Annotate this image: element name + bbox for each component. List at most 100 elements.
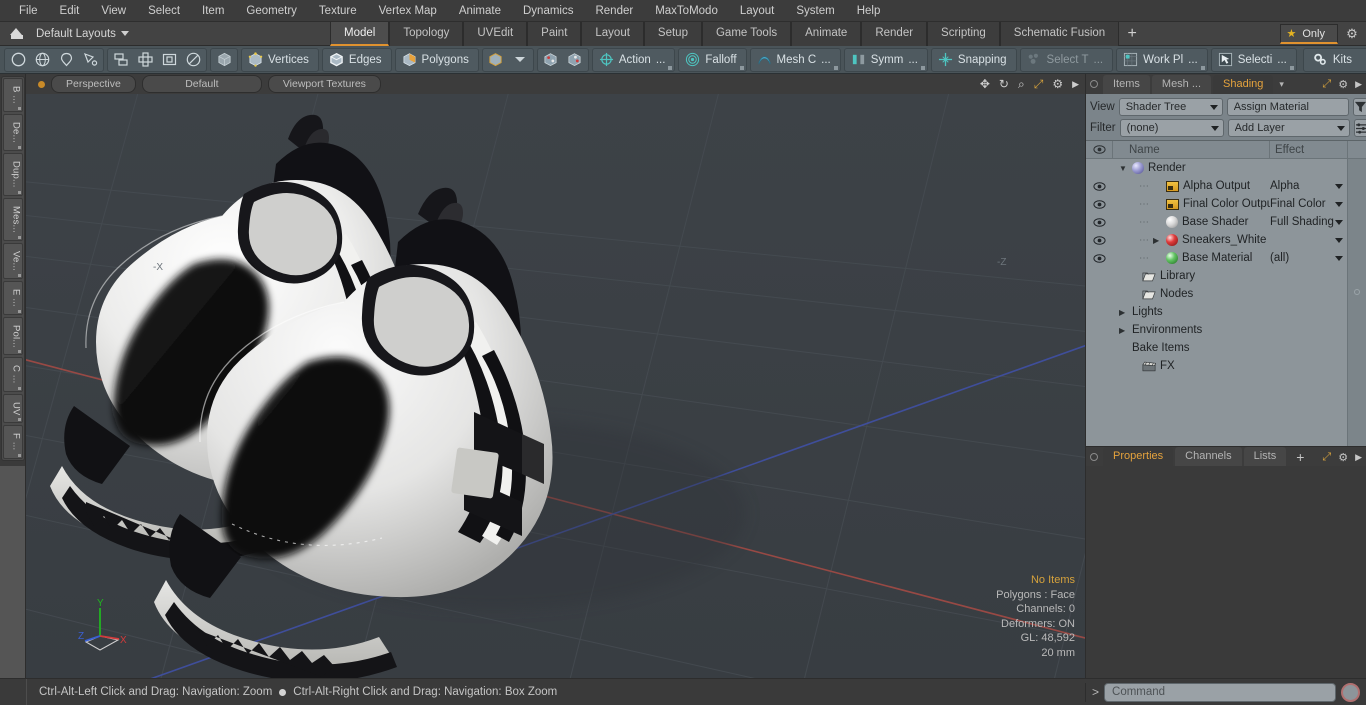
left-tab-2[interactable]: Dup... — [3, 153, 23, 196]
filter-combo[interactable]: (none) — [1120, 119, 1224, 137]
assign-material-button[interactable]: Assign Material — [1227, 98, 1349, 116]
work-plane-chip[interactable]: Work Pl ... — [1116, 48, 1208, 72]
viewport-style[interactable]: Default — [142, 75, 262, 93]
connected-icon[interactable] — [109, 49, 133, 71]
visibility-toggle-icon[interactable] — [1086, 182, 1113, 191]
menu-item-system[interactable]: System — [785, 0, 845, 22]
shader-tree-row[interactable]: ⋯Alpha OutputAlpha — [1086, 177, 1366, 195]
viewport-settings-gear-icon[interactable]: ⚙ — [1052, 74, 1063, 94]
left-tab-6[interactable]: Pol... — [3, 317, 23, 356]
menu-item-view[interactable]: View — [90, 0, 137, 22]
tab-mesh[interactable]: Mesh ... — [1152, 75, 1211, 94]
tree-twisty-icon[interactable]: ▶ — [1119, 308, 1128, 317]
panel-gear-icon[interactable]: ⚙ — [1338, 78, 1348, 91]
shader-tree-row[interactable]: Library — [1086, 267, 1366, 285]
view-combo[interactable]: Shader Tree — [1119, 98, 1223, 116]
panel-pin-icon[interactable] — [1090, 80, 1098, 88]
action-center-chip[interactable]: Action ... — [592, 48, 676, 72]
symmetry-chip[interactable]: Symm ... — [844, 48, 928, 72]
fit-icon[interactable]: ⤢ — [1034, 74, 1044, 94]
shader-tree-row[interactable]: ⋯Final Color OutputFinal Color — [1086, 195, 1366, 213]
tab-properties[interactable]: Properties — [1103, 447, 1173, 466]
panel-more-icon[interactable]: ▶ — [1355, 79, 1362, 90]
shader-tree-row-effect[interactable]: Alpha — [1270, 180, 1348, 192]
menu-item-geometry[interactable]: Geometry — [235, 0, 308, 22]
shader-tree-row[interactable]: Bake Items — [1086, 339, 1366, 357]
add-layer-combo[interactable]: Add Layer — [1228, 119, 1350, 137]
viewport-view-mode[interactable]: Perspective — [51, 75, 136, 93]
left-tab-0[interactable]: B ... — [3, 78, 23, 112]
shader-tree-row[interactable]: FX — [1086, 357, 1366, 375]
loop-icon[interactable] — [133, 49, 157, 71]
only-toggle-button[interactable]: ★ Only — [1280, 24, 1339, 44]
zoom-icon[interactable]: ⌕ — [1018, 74, 1025, 94]
layout-tab-animate[interactable]: Animate — [791, 22, 861, 46]
selection-mode-edges[interactable]: Edges — [322, 48, 392, 72]
layout-tab-scripting[interactable]: Scripting — [927, 22, 1000, 46]
select-through-chip[interactable]: Select T ... — [1020, 48, 1114, 72]
menu-item-animate[interactable]: Animate — [448, 0, 512, 22]
items-dropdown-caret[interactable] — [508, 49, 532, 71]
shader-tree-row-effect[interactable] — [1270, 238, 1348, 243]
tab-shading[interactable]: Shading — [1213, 75, 1273, 94]
layout-tab-paint[interactable]: Paint — [527, 22, 581, 46]
tab-lists[interactable]: Lists — [1244, 447, 1287, 466]
shader-tree-row[interactable]: ⋯Base ShaderFull Shading — [1086, 213, 1366, 231]
layout-tab-topology[interactable]: Topology — [389, 22, 463, 46]
panel-tabs-caret-icon[interactable]: ▾ — [1279, 79, 1284, 90]
layout-tab-schematic-fusion[interactable]: Schematic Fusion — [1000, 22, 1119, 46]
panel-more-icon[interactable]: ▶ — [1355, 452, 1362, 463]
menu-item-layout[interactable]: Layout — [729, 0, 786, 22]
cube-icon[interactable] — [212, 49, 236, 71]
lasso-select-icon[interactable] — [54, 49, 78, 71]
circle-select-icon[interactable] — [6, 49, 30, 71]
left-tab-1[interactable]: De... — [3, 114, 23, 151]
menu-item-texture[interactable]: Texture — [308, 0, 368, 22]
kits-chip[interactable]: Kits — [1303, 48, 1366, 72]
visibility-toggle-icon[interactable] — [1086, 254, 1113, 263]
action-center-pivot-icon[interactable] — [539, 49, 563, 71]
left-tab-7[interactable]: C ... — [3, 357, 23, 391]
shader-tree-row[interactable]: ▶Environments — [1086, 321, 1366, 339]
layout-tab-game-tools[interactable]: Game Tools — [702, 22, 791, 46]
layout-tab-setup[interactable]: Setup — [644, 22, 702, 46]
action-center-origin-icon[interactable] — [563, 49, 587, 71]
shader-tree-row[interactable]: ⋯▶Sneakers_White(... — [1086, 231, 1366, 249]
viewport-shading[interactable]: Viewport Textures — [268, 75, 381, 93]
shader-tree-row-effect[interactable]: Full Shading — [1270, 216, 1348, 228]
tree-twisty-icon[interactable]: ▼ — [1119, 164, 1128, 173]
rotate-icon[interactable]: ↻ — [999, 74, 1009, 94]
shader-tree-row[interactable]: ▼Render — [1086, 159, 1366, 177]
layout-tab-uvedit[interactable]: UVEdit — [463, 22, 527, 46]
menu-item-help[interactable]: Help — [846, 0, 892, 22]
shader-tree[interactable]: Name Effect ▼Render⋯Alpha OutputAlpha⋯Fi… — [1086, 140, 1366, 446]
snapping-chip[interactable]: Snapping — [931, 48, 1017, 72]
shader-tree-row[interactable]: Nodes — [1086, 285, 1366, 303]
falloff-chip[interactable]: Falloff — [678, 48, 746, 72]
tree-twisty-icon[interactable]: ▶ — [1153, 236, 1162, 245]
paint-select-icon[interactable] — [78, 49, 102, 71]
expand-icon[interactable]: ⤢ — [1322, 78, 1331, 91]
panel-gear-icon[interactable]: ⚙ — [1338, 451, 1348, 464]
add-layout-tab-button[interactable]: + — [1119, 22, 1145, 46]
tab-channels[interactable]: Channels — [1175, 447, 1241, 466]
left-tab-5[interactable]: E ... — [3, 281, 23, 315]
selection-set-chip[interactable]: Selecti ... — [1211, 48, 1297, 72]
mesh-constraint-chip[interactable]: Mesh C ... — [750, 48, 841, 72]
panel-pin-icon[interactable] — [1090, 453, 1098, 461]
expand-icon[interactable]: ⤢ — [1322, 451, 1331, 464]
record-macro-icon[interactable] — [1341, 683, 1360, 702]
shader-tree-scrollbar[interactable] — [1348, 159, 1366, 446]
visibility-toggle-icon[interactable] — [1086, 218, 1113, 227]
left-tab-9[interactable]: F ... — [3, 425, 23, 458]
command-input[interactable] — [1104, 683, 1336, 702]
visibility-toggle-icon[interactable] — [1086, 200, 1113, 209]
menu-item-dynamics[interactable]: Dynamics — [512, 0, 584, 22]
menu-item-render[interactable]: Render — [584, 0, 644, 22]
ring-icon[interactable] — [157, 49, 181, 71]
axis-gizmo[interactable]: Y X Z — [72, 594, 142, 656]
left-tab-4[interactable]: Ve... — [3, 243, 23, 279]
shader-tree-row[interactable]: ▶Lights — [1086, 303, 1366, 321]
menu-item-item[interactable]: Item — [191, 0, 235, 22]
shader-tree-row-effect[interactable]: Final Color — [1270, 198, 1348, 210]
